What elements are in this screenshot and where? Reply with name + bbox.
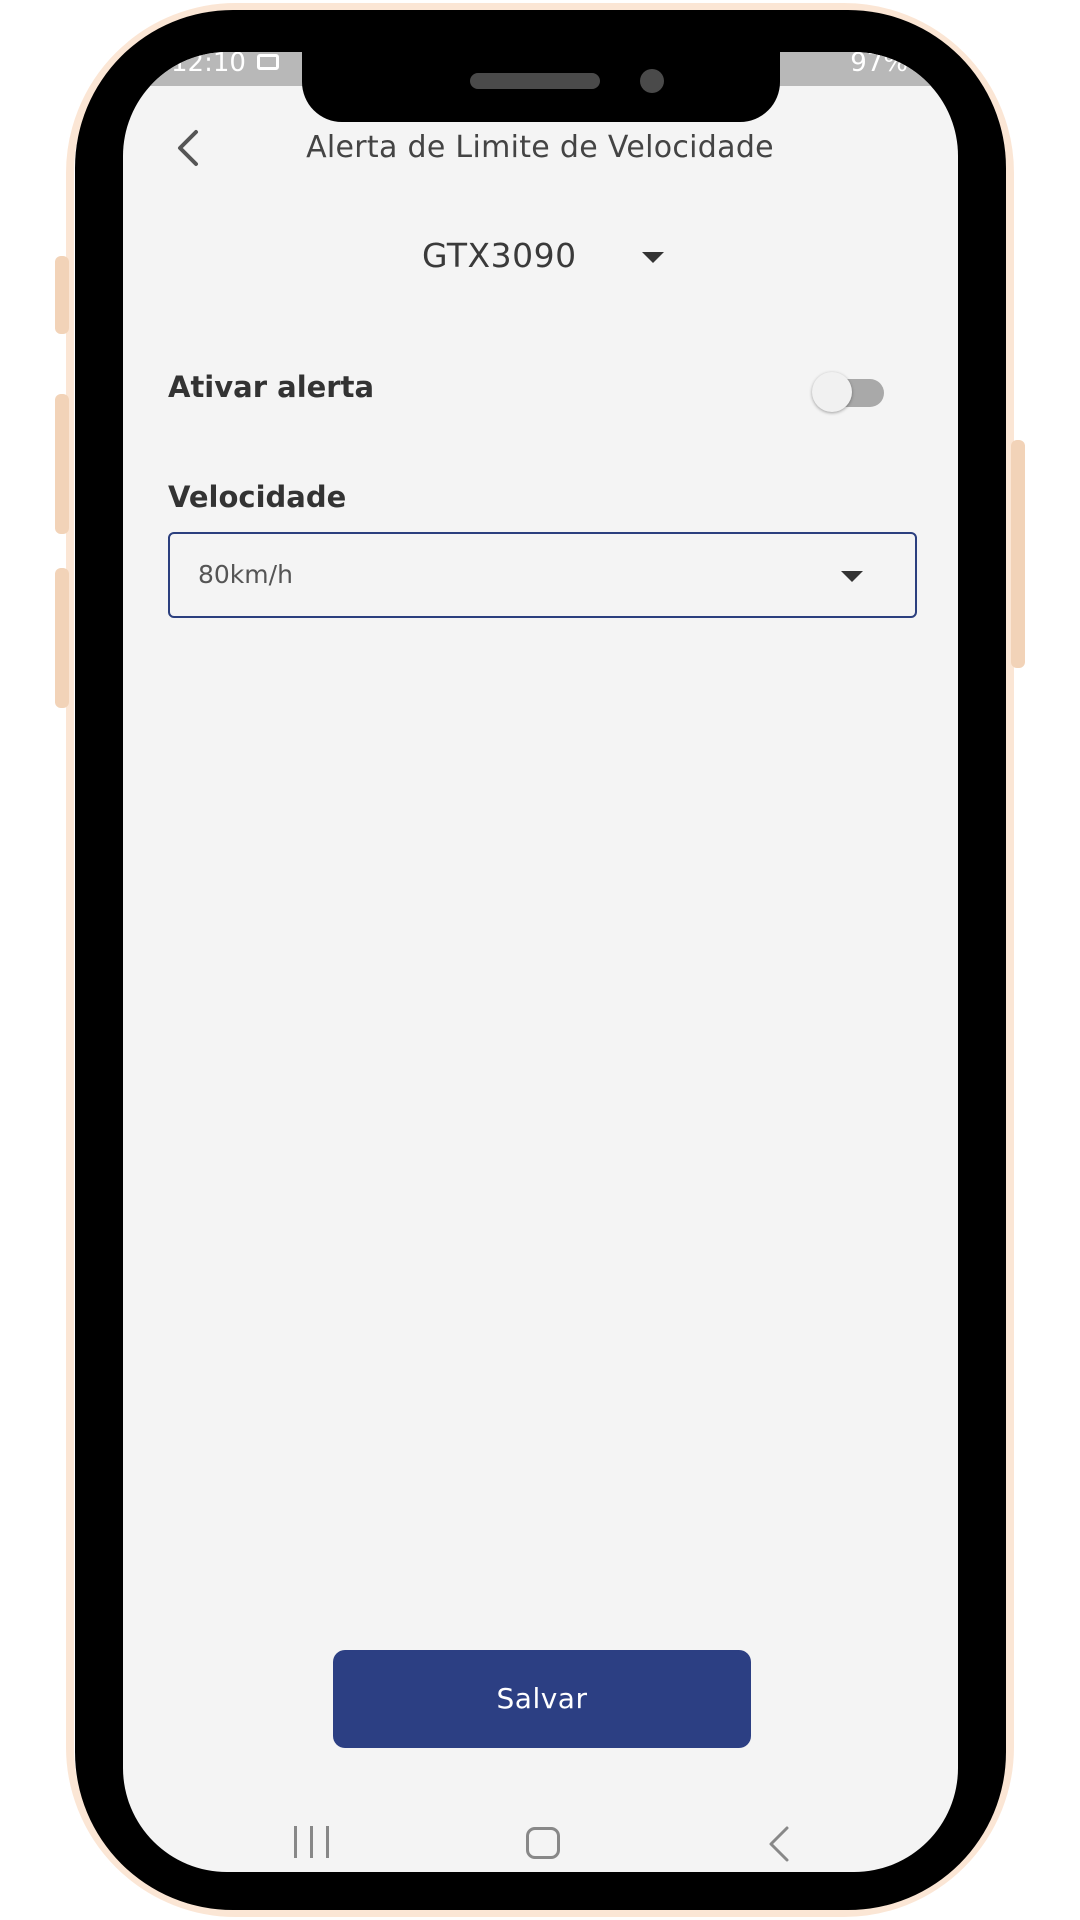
side-button: [1011, 440, 1025, 668]
recent-apps-icon[interactable]: [292, 1826, 332, 1860]
app-screen: 12:10 97%: [123, 52, 958, 1872]
status-time: 12:10: [171, 52, 246, 78]
speaker-grille: [470, 73, 600, 89]
speed-label: Velocidade: [168, 480, 347, 514]
side-button: [55, 568, 69, 708]
camera-icon: [640, 69, 664, 93]
home-icon[interactable]: [526, 1827, 560, 1859]
side-button: [55, 394, 69, 534]
caret-down-icon: [642, 252, 664, 263]
chevron-left-icon: [178, 130, 198, 166]
back-button[interactable]: [170, 128, 206, 168]
toggle-thumb: [812, 372, 852, 412]
side-button: [55, 256, 69, 334]
back-icon[interactable]: [765, 1824, 793, 1864]
speed-value: 80km/h: [198, 560, 293, 589]
vehicle-dropdown[interactable]: GTX3090: [400, 232, 680, 280]
page-title: Alerta de Limite de Velocidade: [306, 130, 774, 165]
alert-toggle-label: Ativar alerta: [168, 370, 375, 404]
vehicle-name: GTX3090: [422, 236, 577, 275]
caret-down-icon: [841, 571, 863, 582]
speed-dropdown[interactable]: 80km/h: [168, 532, 917, 618]
battery-level: 97%: [850, 52, 908, 78]
save-button[interactable]: Salvar: [333, 1650, 751, 1748]
image-icon: [257, 54, 279, 70]
alert-toggle-switch[interactable]: [812, 372, 884, 412]
